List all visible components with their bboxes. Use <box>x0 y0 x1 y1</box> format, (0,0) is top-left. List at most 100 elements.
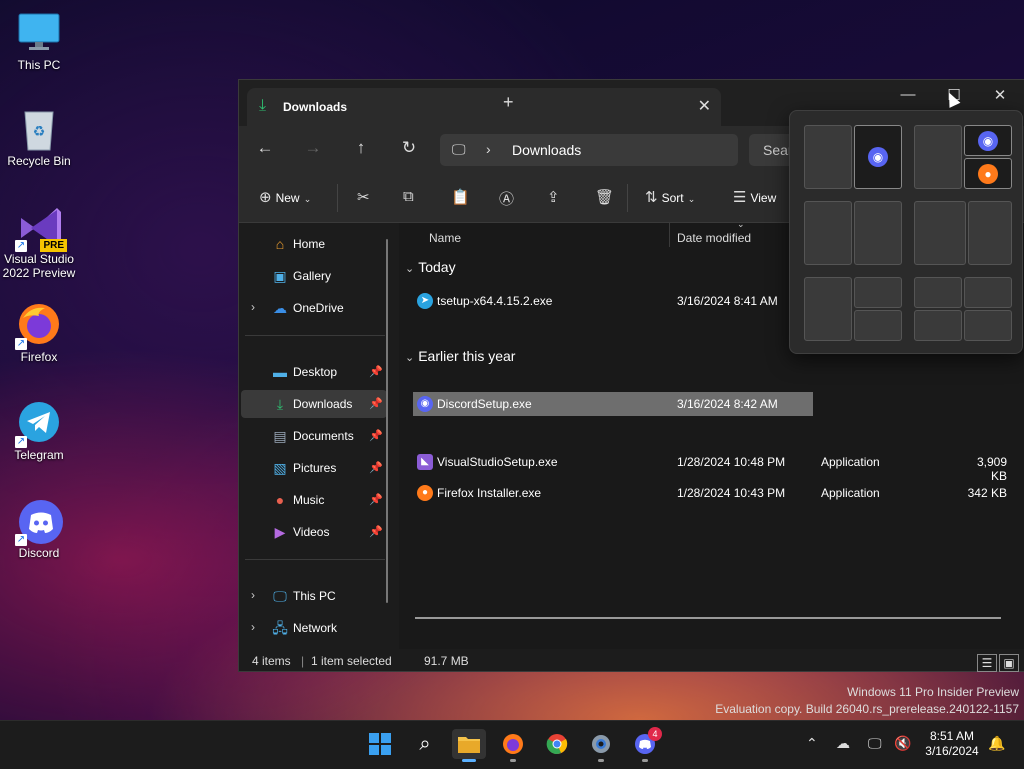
group-header-earlier[interactable]: ⌄ Earlier this year <box>405 348 515 364</box>
close-tab-icon[interactable]: ✕ <box>698 96 711 116</box>
back-button[interactable]: ← <box>250 138 280 158</box>
tiles-view-button[interactable]: ▣ <box>999 654 1019 672</box>
notification-bell-icon[interactable]: 🔔 <box>988 735 1005 752</box>
snap-zone[interactable] <box>854 201 902 265</box>
minimize-button[interactable]: — <box>885 86 931 103</box>
share-button[interactable]: ⇪ <box>547 188 560 206</box>
clock[interactable]: 8:51 AM 3/16/2024 <box>920 729 984 759</box>
file-row[interactable]: ◣ VisualStudioSetup.exe 1/28/2024 10:48 … <box>413 450 1013 483</box>
rename-button[interactable]: Ⓐ <box>499 188 514 209</box>
watermark-line: Evaluation copy. Build 26040.rs_prerelea… <box>715 702 1019 716</box>
horizontal-scrollbar[interactable] <box>415 617 1001 619</box>
chevron-right-icon[interactable]: › <box>251 300 255 314</box>
clock-date: 3/16/2024 <box>925 744 979 758</box>
desktop-icon-discord[interactable]: ↗ Discord <box>0 498 78 560</box>
new-button[interactable]: ⊕ New ⌄ <box>259 188 311 206</box>
start-button[interactable] <box>363 729 397 759</box>
column-header-date[interactable]: Date modified <box>677 231 751 245</box>
address-field[interactable]: 🖵 › Downloads <box>440 134 738 166</box>
column-divider[interactable] <box>669 223 670 247</box>
desktop-icon-telegram[interactable]: ↗ Telegram <box>0 400 78 462</box>
sidebar-item-onedrive[interactable]: › ☁ OneDrive <box>241 294 387 322</box>
shortcut-arrow-icon: ↗ <box>15 240 27 252</box>
chevron-right-icon[interactable]: › <box>251 620 255 634</box>
tab-downloads[interactable]: ⤓ Downloads ✕ <box>247 88 721 126</box>
snap-zone[interactable] <box>914 125 962 189</box>
up-button[interactable]: ↑ <box>346 138 376 158</box>
sidebar-item-gallery[interactable]: ▣ Gallery <box>241 262 387 290</box>
file-date: 3/16/2024 8:41 AM <box>677 294 778 308</box>
pin-icon: 📌 <box>369 494 383 506</box>
sidebar-scrollbar[interactable] <box>386 239 388 603</box>
file-row[interactable]: ● Firefox Installer.exe 1/28/2024 10:43 … <box>413 481 1013 505</box>
settings-icon <box>592 735 610 753</box>
file-date: 3/16/2024 8:42 AM <box>677 397 778 411</box>
sidebar-item-label: Music <box>293 493 325 507</box>
file-type: Application <box>821 486 880 500</box>
snap-zone[interactable] <box>854 310 902 341</box>
paste-button[interactable]: 📋 <box>451 188 470 206</box>
cut-button[interactable]: ✂ <box>357 188 370 206</box>
sidebar-item-documents[interactable]: ▤ Documents 📌 <box>241 422 387 450</box>
firefox-icon: ↗ <box>15 302 61 350</box>
snap-zone[interactable]: ◉ <box>854 125 902 189</box>
sidebar-item-music[interactable]: ● Music 📌 <box>241 486 387 514</box>
sidebar-divider <box>245 559 385 560</box>
discord-taskbar-button[interactable]: 4 <box>628 727 662 762</box>
snap-zone[interactable] <box>964 310 1012 341</box>
desktop-icon-label: Visual Studio 2022 Preview <box>2 252 76 280</box>
address-path[interactable]: Downloads <box>512 142 581 158</box>
snap-zone[interactable] <box>804 125 852 189</box>
onedrive-offline-icon[interactable]: ☁ <box>836 735 850 752</box>
desktop-icon-visual-studio[interactable]: PRE ↗ Visual Studio 2022 Preview <box>0 204 78 280</box>
delete-button[interactable]: 🗑 <box>595 188 614 206</box>
snap-zone[interactable] <box>968 201 1012 265</box>
sort-button[interactable]: ⇅ Sort ⌄ <box>645 188 695 206</box>
file-row[interactable]: ➤ tsetup-x64.4.15.2.exe 3/16/2024 8:41 A… <box>413 289 813 313</box>
file-row-selected[interactable]: ◉ DiscordSetup.exe 3/16/2024 8:42 AM <box>413 392 813 416</box>
sidebar-item-downloads[interactable]: ⤓ Downloads 📌 <box>241 390 387 418</box>
network-icon[interactable]: 🖵 <box>868 735 882 752</box>
snap-zone[interactable] <box>914 277 962 308</box>
chrome-taskbar-button[interactable] <box>540 729 574 759</box>
settings-taskbar-button[interactable] <box>584 729 618 762</box>
snap-zone[interactable] <box>804 201 852 265</box>
file-explorer-button[interactable] <box>452 729 486 762</box>
chevron-right-icon[interactable]: › <box>251 588 255 602</box>
navigation-pane: ⌂ Home ▣ Gallery › ☁ OneDrive ▬ Desktop … <box>239 223 397 649</box>
monitor-icon <box>17 10 61 54</box>
desktop-icon-recycle-bin[interactable]: ♻ Recycle Bin <box>0 106 78 168</box>
sidebar-item-label: Home <box>293 237 326 251</box>
taskbar: ⌕ 4 ⌃ ☁ 🖵 🔇 8:51 AM 3/16/2024 🔔 <box>0 720 1024 769</box>
sidebar-item-desktop[interactable]: ▬ Desktop 📌 <box>241 358 387 386</box>
sidebar-item-this-pc[interactable]: › 🖵 This PC <box>241 582 387 610</box>
sidebar-item-network[interactable]: › 🖧 Network <box>241 614 387 642</box>
snap-zone[interactable]: ● <box>964 158 1012 189</box>
snap-zone[interactable]: ◉ <box>964 125 1012 156</box>
forward-button[interactable]: → <box>298 138 328 158</box>
sidebar-item-videos[interactable]: ▶ Videos 📌 <box>241 518 387 546</box>
details-view-button[interactable]: ☰ <box>977 654 997 672</box>
view-button[interactable]: ☰ View <box>733 188 776 206</box>
sidebar-item-pictures[interactable]: ▧ Pictures 📌 <box>241 454 387 482</box>
search-button[interactable]: ⌕ <box>408 729 442 759</box>
snap-zone[interactable] <box>964 277 1012 308</box>
group-header-today[interactable]: ⌄ Today <box>405 259 456 275</box>
snap-zone[interactable] <box>914 310 962 341</box>
close-window-button[interactable]: ✕ <box>977 86 1023 104</box>
desktop-icon-this-pc[interactable]: This PC <box>0 10 78 72</box>
snap-zone[interactable] <box>804 277 852 341</box>
sidebar-item-home[interactable]: ⌂ Home <box>241 230 387 258</box>
copy-button[interactable]: ⧉ <box>403 188 414 205</box>
snap-zone[interactable] <box>914 201 966 265</box>
home-icon: ⌂ <box>275 236 285 252</box>
new-tab-button[interactable]: + <box>503 92 514 113</box>
volume-muted-icon[interactable]: 🔇 <box>894 735 911 752</box>
column-header-name[interactable]: Name <box>429 231 461 245</box>
refresh-button[interactable]: ↻ <box>394 138 424 158</box>
plus-circle-icon: ⊕ <box>259 189 272 206</box>
desktop-icon-firefox[interactable]: ↗ Firefox <box>0 302 78 364</box>
firefox-taskbar-button[interactable] <box>496 729 530 762</box>
show-hidden-icons-button[interactable]: ⌃ <box>806 735 818 752</box>
snap-zone[interactable] <box>854 277 902 308</box>
